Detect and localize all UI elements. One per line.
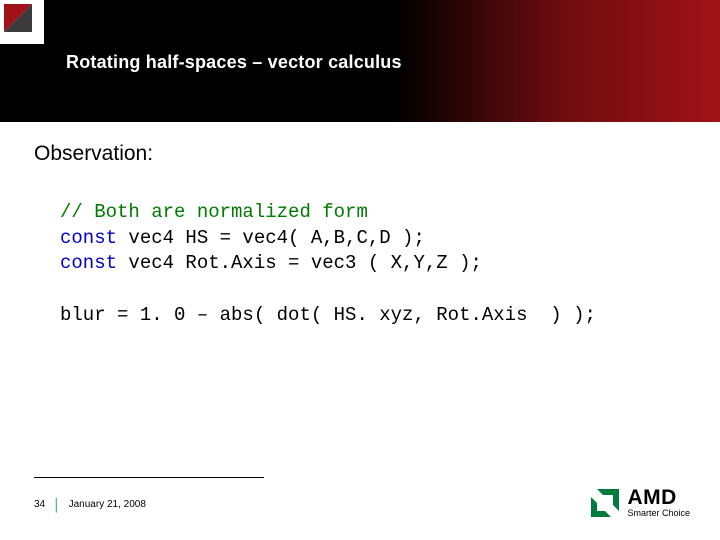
- amd-arrow-icon: [591, 489, 619, 517]
- code-keyword: const: [60, 252, 117, 274]
- code-keyword: const: [60, 227, 117, 249]
- slide-content: Observation: // Both are normalized form…: [34, 142, 692, 328]
- slide-title: Rotating half-spaces – vector calculus: [66, 52, 402, 73]
- code-text: blur = 1. 0 – abs( dot( HS. xyz, Rot.Axi…: [60, 304, 596, 326]
- amd-text: AMD Smarter Choice: [627, 487, 690, 518]
- footer: 34 │ January 21, 2008: [34, 499, 146, 510]
- page-number: 34: [34, 499, 45, 510]
- code-block: // Both are normalized form const vec4 H…: [60, 200, 692, 328]
- footer-date: January 21, 2008: [69, 499, 146, 510]
- footer-separator-icon: │: [53, 500, 61, 510]
- observation-heading: Observation:: [34, 142, 692, 166]
- code-comment: // Both are normalized form: [60, 201, 368, 223]
- slide: Rotating half-spaces – vector calculus O…: [0, 0, 720, 540]
- amd-name: AMD: [627, 487, 690, 508]
- code-text: vec4 HS = vec4( A,B,C,D );: [117, 227, 425, 249]
- amd-logo: AMD Smarter Choice: [591, 487, 690, 518]
- corner-logo-icon: [4, 4, 32, 32]
- code-text: vec4 Rot.Axis = vec3 ( X,Y,Z );: [117, 252, 482, 274]
- amd-tagline: Smarter Choice: [627, 509, 690, 518]
- footer-rule: [34, 477, 264, 478]
